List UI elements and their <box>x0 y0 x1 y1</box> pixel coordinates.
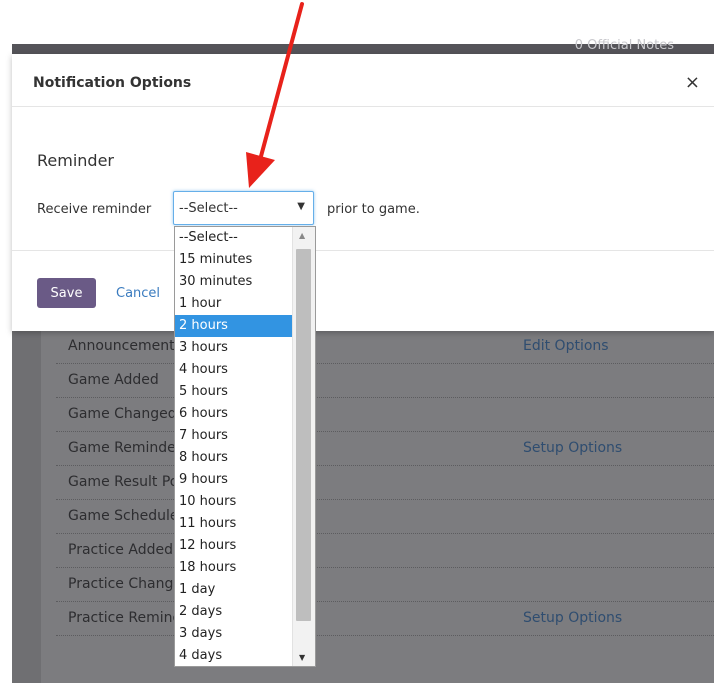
annotation-arrow-icon <box>246 2 304 188</box>
